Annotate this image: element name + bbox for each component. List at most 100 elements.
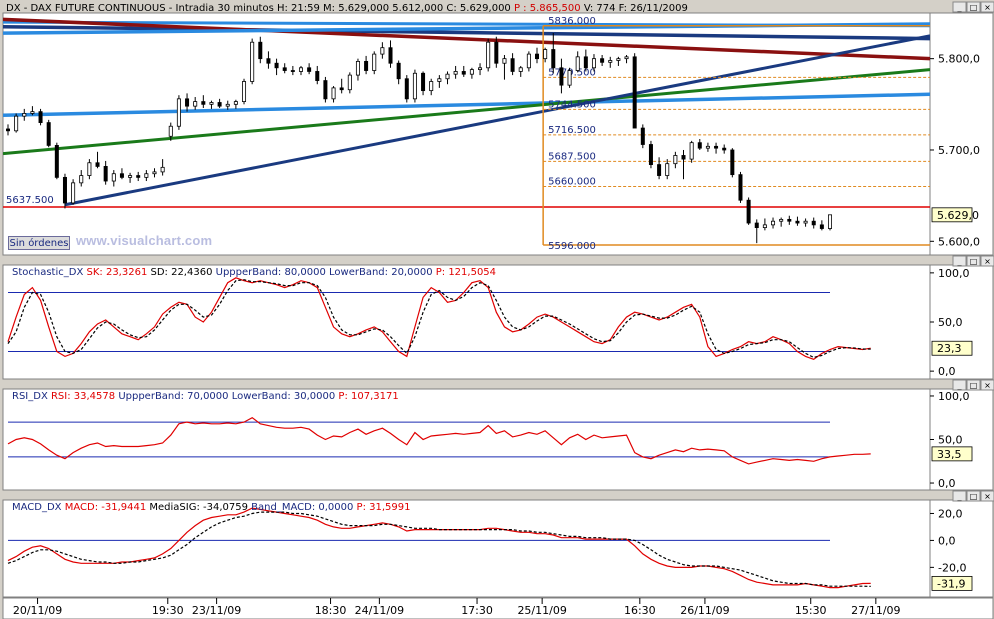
candle-body	[331, 87, 336, 100]
candle-body	[298, 67, 303, 72]
y-tick-label: 0,0	[938, 477, 956, 490]
candle	[14, 113, 19, 133]
candle-body	[697, 142, 702, 149]
candle-body	[502, 58, 507, 64]
candle-body	[681, 155, 686, 160]
y-tick-label: 20,0	[938, 507, 963, 520]
candle-body	[616, 58, 621, 61]
candle-body	[828, 214, 833, 229]
candle-body	[242, 81, 247, 102]
candle-body	[551, 49, 556, 69]
candle-body	[567, 70, 572, 86]
window-button-label: ×	[984, 492, 991, 501]
fib-level-label: 5687.500	[548, 151, 596, 162]
window-button-label: ×	[984, 3, 991, 12]
candle-body	[575, 56, 580, 71]
candle-body	[14, 115, 19, 132]
chart-window: _ □ × _ □ × _ □ × _ □ × DX - DAX FUTURE CONTINUOUS -…	[0, 0, 994, 619]
candle-body	[62, 176, 67, 204]
candle-body	[771, 220, 776, 226]
candle	[176, 95, 181, 130]
candle-body	[266, 58, 271, 64]
candle-body	[648, 144, 653, 165]
candle-body	[453, 71, 458, 75]
candle-body	[315, 71, 320, 81]
candle-body	[168, 125, 173, 137]
last-value-label: 33,5	[937, 448, 962, 461]
candle-body	[705, 145, 710, 149]
fib-level-label: 5744.500	[548, 99, 596, 110]
candle	[746, 197, 751, 225]
candle-body	[54, 145, 59, 178]
candle-body	[421, 72, 426, 92]
candle-body	[274, 62, 279, 69]
last-value-label: 5.629,0	[937, 209, 979, 222]
legend-field: RSI: 33,4578	[51, 391, 115, 402]
candle	[828, 214, 833, 231]
candle	[689, 140, 694, 163]
candle-body	[355, 61, 360, 76]
header-field: C: 5.629,000	[443, 3, 511, 14]
candle-body	[657, 164, 662, 176]
sin-ordenes-button[interactable]: Sin órdenes	[8, 236, 70, 250]
candle	[54, 142, 59, 180]
legend-field: MACD: -31,9441	[65, 502, 146, 513]
fib-level-label: 5716.500	[548, 125, 596, 136]
y-tick-label: 50,0	[938, 316, 963, 329]
candle-body	[762, 224, 767, 229]
candle	[738, 171, 743, 203]
candle-body	[290, 70, 295, 72]
header-field: DX - DAX FUTURE CONTINUOUS - Intradia 30…	[6, 3, 274, 14]
window-button-label: □	[970, 492, 978, 501]
legend-field: SD: 22,4360	[147, 267, 212, 278]
candle-body	[372, 53, 377, 71]
candle	[242, 78, 247, 105]
candle-body	[559, 67, 564, 86]
y-tick-label: 50,0	[938, 434, 963, 447]
candle-body	[87, 162, 92, 176]
x-tick-label: 24/11/09	[355, 604, 404, 617]
candle	[730, 148, 735, 178]
legend-field: SK: 23,3261	[87, 267, 148, 278]
candle-body	[754, 222, 759, 229]
header-field: F: 26/11/2009	[615, 3, 687, 14]
candle-body	[6, 128, 11, 132]
candle-body	[71, 182, 76, 204]
candle-body	[445, 73, 450, 80]
candle-body	[201, 101, 206, 105]
header-line: DX - DAX FUTURE CONTINUOUS - Intradia 30…	[6, 3, 688, 14]
panel-2	[2, 388, 931, 491]
candle-body	[380, 47, 385, 55]
candle	[648, 140, 653, 169]
candle-body	[404, 78, 409, 100]
candle-body	[632, 56, 637, 129]
legend-field: UppperBand: 70,0000	[115, 391, 228, 402]
candle-body	[730, 149, 735, 176]
y-tick-label: 5.800,0	[938, 53, 980, 66]
y-tick-label: -20,0	[938, 561, 966, 574]
candle-body	[193, 101, 198, 107]
horizontal-level-label: 5637.500	[6, 195, 54, 206]
window-button-label: □	[970, 257, 978, 266]
candle	[567, 67, 572, 88]
candle-body	[185, 98, 190, 107]
header-field: 5.612,000	[389, 3, 443, 14]
candle-body	[738, 174, 743, 201]
candle-body	[307, 67, 312, 72]
legend-field: P: 121,5054	[433, 267, 496, 278]
indicator-legend: Stochastic_DX SK: 23,3261 SD: 22,4360 Up…	[12, 267, 496, 278]
y-tick-label: 0,0	[938, 534, 956, 547]
header-field: H: 21:59	[274, 3, 320, 14]
legend-field: MACD_DX	[12, 502, 65, 513]
x-tick-label: 15:30	[795, 604, 827, 617]
candle-body	[152, 171, 157, 175]
candle-body	[795, 220, 800, 224]
candle-body	[518, 67, 523, 72]
candle-body	[461, 71, 466, 75]
candle-body	[103, 166, 108, 182]
candle-body	[176, 98, 181, 127]
legend-field: LowerBand: 20,0000	[326, 267, 433, 278]
candle-body	[160, 166, 165, 173]
indicator-legend: MACD_DX MACD: -31,9441 MediaSIG: -34,075…	[12, 502, 410, 513]
last-value-label: -31,9	[937, 577, 965, 590]
